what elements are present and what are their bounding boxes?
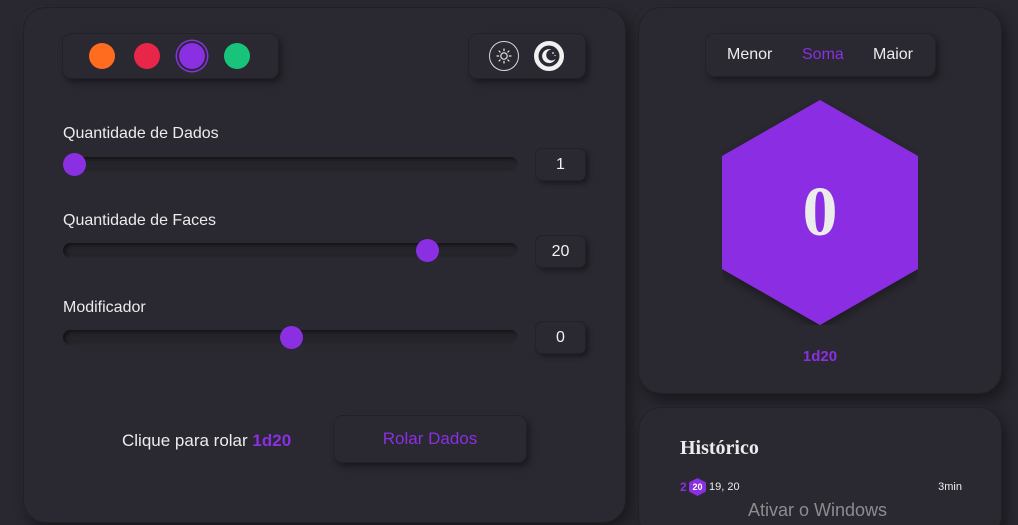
dice-count-slider-thumb[interactable] — [63, 153, 86, 176]
roll-dice-button[interactable]: Rolar Dados — [334, 416, 526, 462]
dice-count-label: Quantidade de Dados — [63, 125, 219, 142]
dice-count-slider[interactable] — [63, 153, 518, 176]
faces-label: Quantidade de Faces — [63, 212, 216, 229]
mode-tab-max[interactable]: Maior — [873, 46, 913, 64]
mode-selector: Menor Soma Maior — [706, 34, 935, 76]
dice-settings-panel: Quantidade de Dados 1 Quantidade de Face… — [24, 8, 625, 522]
roll-hint: Clique para rolar 1d20 — [122, 431, 291, 451]
color-swatch-purple[interactable] — [179, 43, 205, 69]
dice-count-value[interactable]: 1 — [536, 149, 585, 180]
faces-value[interactable]: 20 — [536, 236, 585, 267]
die-notation: 1d20 — [802, 348, 838, 365]
history-entry-total: 2 — [680, 480, 687, 494]
faces-slider[interactable] — [63, 239, 518, 262]
modifier-label: Modificador — [63, 299, 146, 316]
result-panel: Menor Soma Maior 0 1d20 — [639, 8, 1001, 393]
mode-tab-min[interactable]: Menor — [727, 46, 772, 64]
color-swatch-orange[interactable] — [89, 43, 115, 69]
theme-toggle — [469, 34, 585, 78]
history-entry: 2 20 19, 20 3min — [680, 478, 962, 496]
history-entry-die: 20 — [692, 482, 703, 492]
die-result-value: 0 — [802, 173, 838, 251]
color-swatch-red[interactable] — [134, 43, 160, 69]
light-theme-button[interactable] — [489, 41, 519, 71]
color-picker — [63, 34, 278, 78]
history-entry-rolls: 19, 20 — [709, 481, 740, 493]
modifier-slider[interactable] — [63, 326, 518, 349]
faces-slider-thumb[interactable] — [416, 239, 439, 262]
history-entry-time: 3min — [938, 481, 962, 493]
roll-notation: 1d20 — [252, 431, 292, 450]
sun-icon — [496, 48, 512, 64]
moon-icon — [538, 45, 560, 67]
modifier-value[interactable]: 0 — [536, 322, 585, 353]
history-title: Histórico — [680, 437, 759, 459]
roll-hint-text: Clique para rolar — [122, 431, 248, 450]
dark-theme-button[interactable] — [534, 41, 564, 71]
history-panel: Histórico 2 20 19, 20 3min — [639, 408, 1001, 525]
modifier-slider-thumb[interactable] — [280, 326, 303, 349]
mode-tab-sum[interactable]: Soma — [802, 46, 844, 64]
color-swatch-green[interactable] — [224, 43, 250, 69]
